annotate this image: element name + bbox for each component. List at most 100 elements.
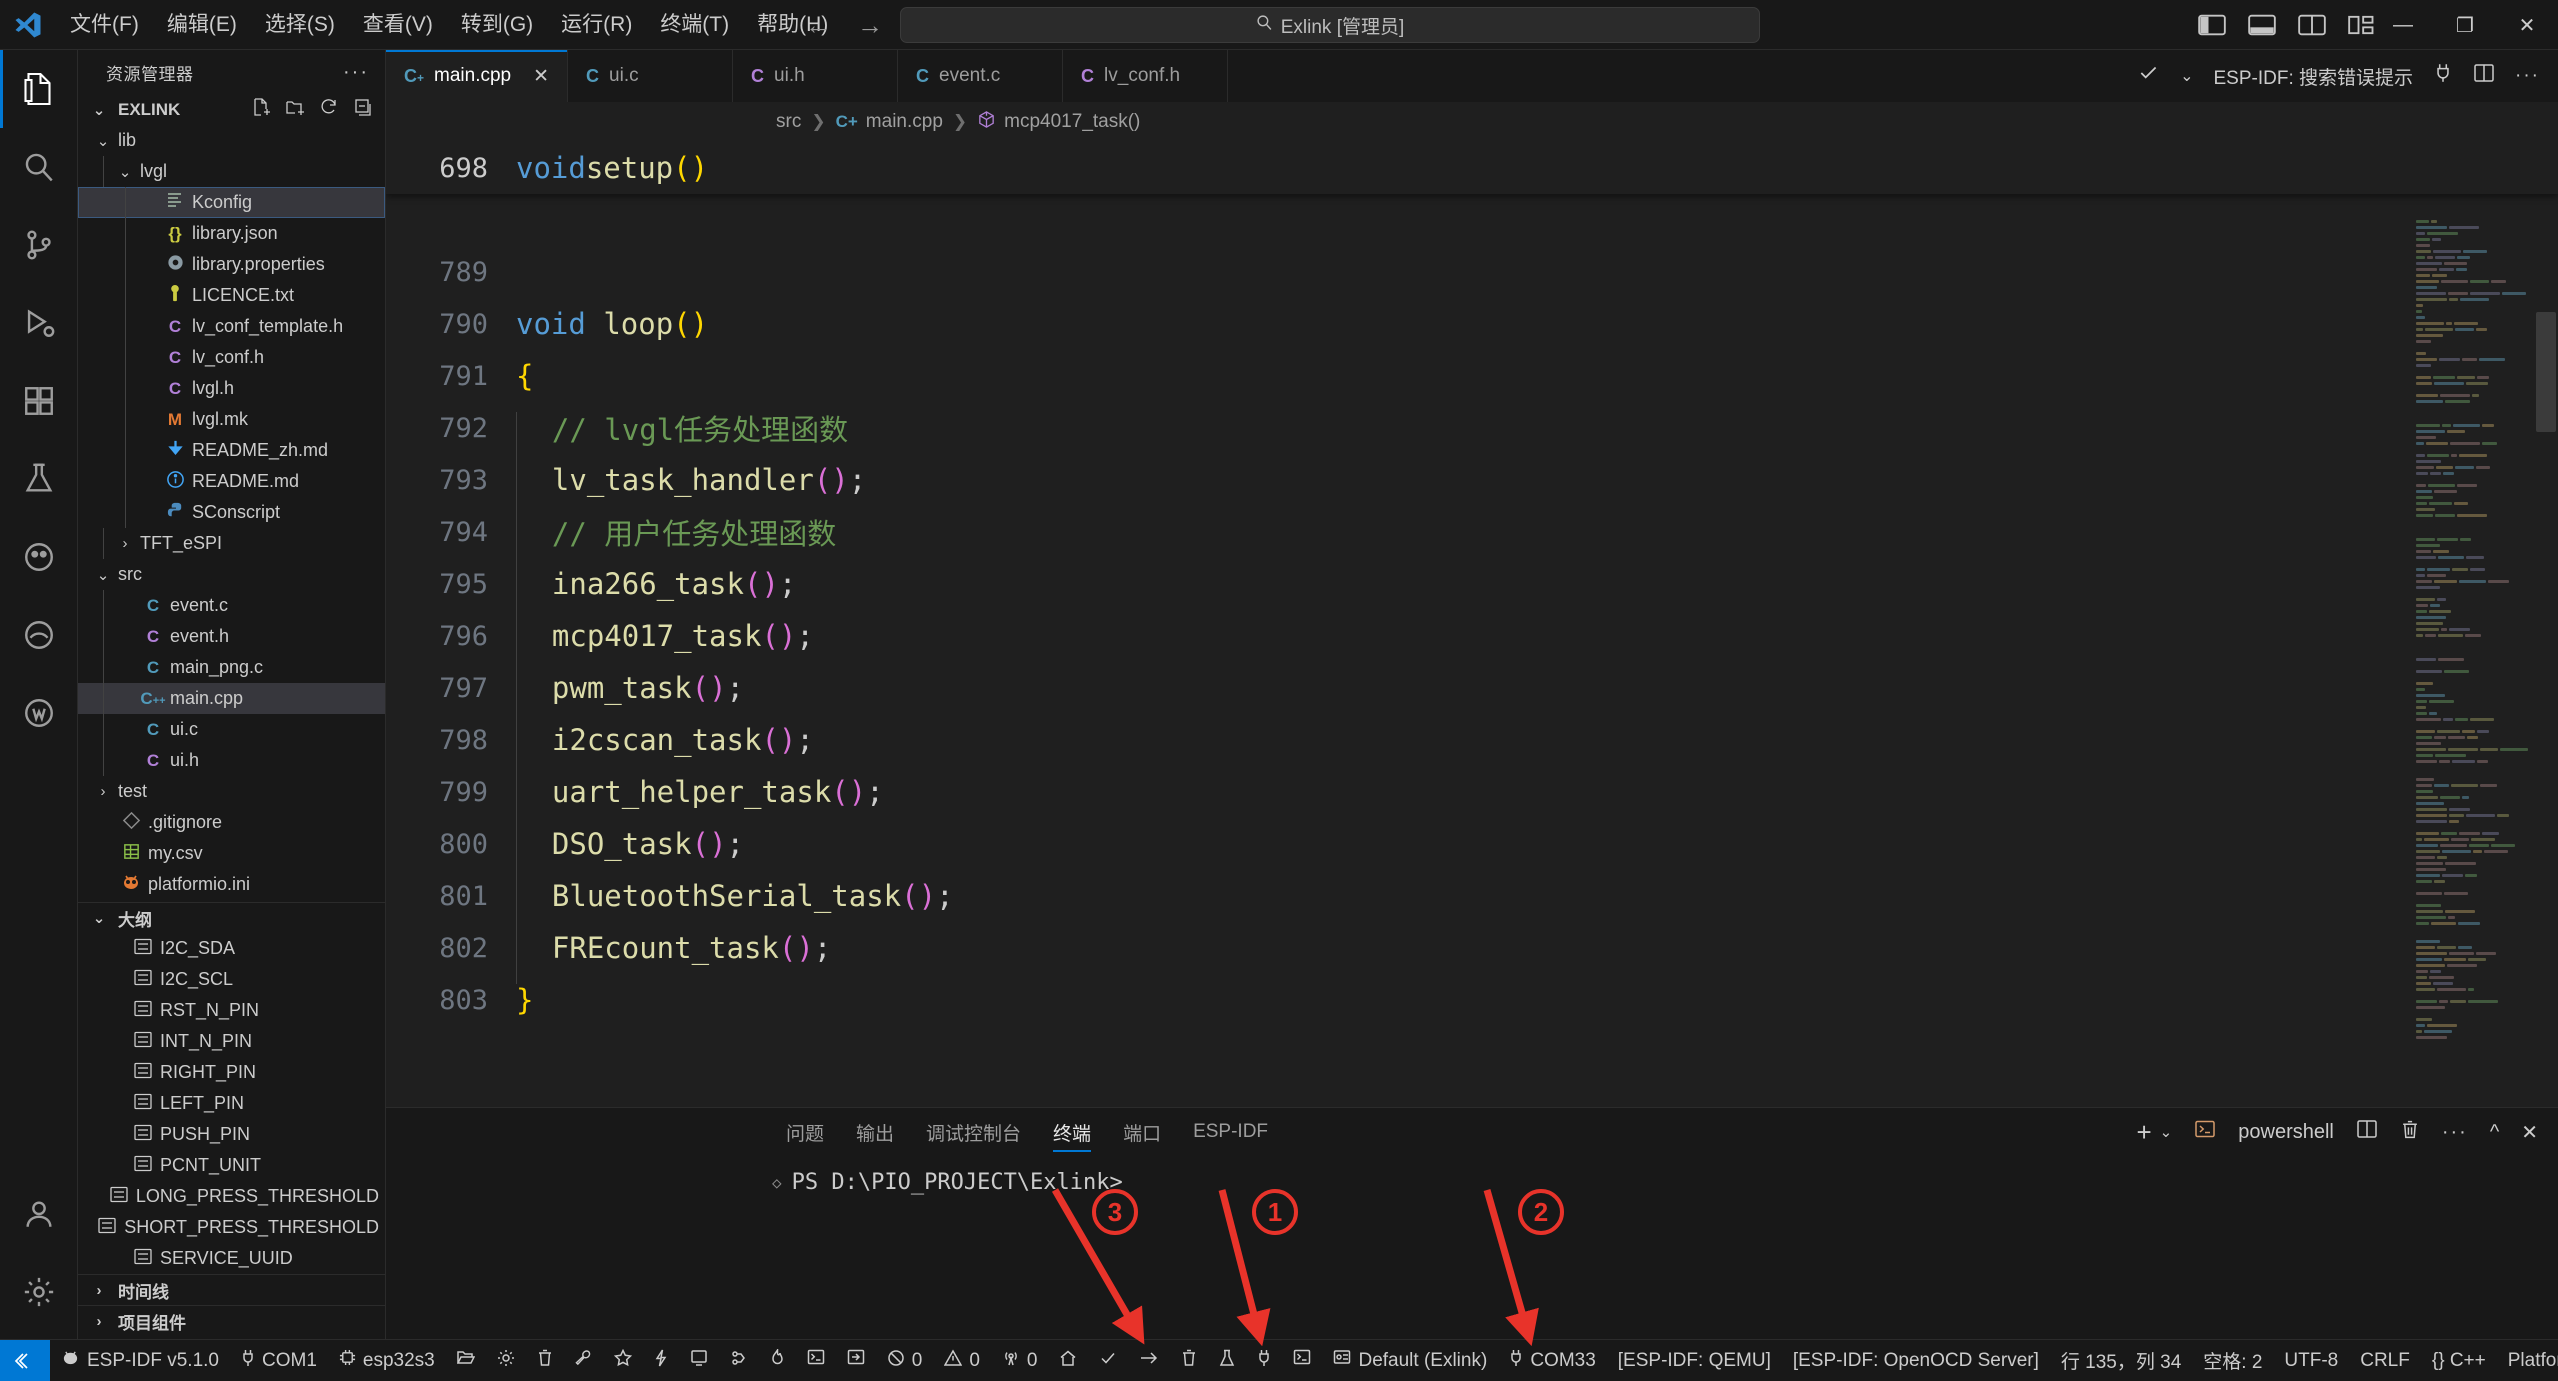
new-file-icon[interactable]	[251, 97, 271, 122]
menu-go[interactable]: 转到(G)	[447, 0, 547, 50]
code-line-802[interactable]: 802 FREcount_task();	[386, 922, 2558, 974]
tab-ui.h[interactable]: Cui.h	[733, 50, 898, 102]
panel-tab-输出[interactable]: 输出	[856, 1108, 894, 1156]
status-item-arrow-box-icon[interactable]	[836, 1340, 876, 1381]
tree-file-lvgl.mk[interactable]: Mlvgl.mk	[78, 404, 385, 435]
outline-item-SERVICE_UUID[interactable]: SERVICE_UUID	[78, 1243, 385, 1274]
code-line-800[interactable]: 800 DSO_task();	[386, 818, 2558, 870]
tree-folder-lib[interactable]: ⌄lib	[78, 125, 385, 156]
outline-item-LONG_PRESS_THRESHOLD[interactable]: LONG_PRESS_THRESHOLD	[78, 1181, 385, 1212]
tree-file-ui.c[interactable]: Cui.c	[78, 714, 385, 745]
tab-event.c[interactable]: Cevent.c	[898, 50, 1063, 102]
sidebar-item-source-control[interactable]	[0, 206, 78, 284]
sidebar-more-actions-icon[interactable]: ···	[343, 61, 369, 84]
panel-more-actions-icon[interactable]: ···	[2442, 1121, 2468, 1144]
new-terminal-button[interactable]: +	[2136, 1117, 2151, 1148]
code-line-789[interactable]: 789	[386, 246, 2558, 298]
outline-section-header[interactable]: ⌄ 大纲	[78, 902, 385, 933]
outline-item-SHORT_PRESS_THRESHOLD[interactable]: SHORT_PRESS_THRESHOLD	[78, 1212, 385, 1243]
status-item-0[interactable]: 0	[991, 1340, 1049, 1381]
tree-file-ui.h[interactable]: Cui.h	[78, 745, 385, 776]
panel-tab-终端[interactable]: 终端	[1053, 1108, 1091, 1156]
status-item-trash-icon[interactable]	[526, 1340, 564, 1381]
timeline-section-header[interactable]: › 时间线	[78, 1274, 385, 1305]
accounts-button[interactable]	[0, 1175, 78, 1253]
esp-idf-error-hint-label[interactable]: ESP-IDF: 搜索错误提示	[2214, 63, 2414, 90]
sidebar-item-extensions[interactable]	[0, 362, 78, 440]
status-item-arrow-right-icon[interactable]	[1128, 1340, 1170, 1381]
tree-file-main.cpp[interactable]: C++main.cpp	[78, 683, 385, 714]
code-lines[interactable]: 788}789790void loop()791{792 // lvgl任务处理…	[386, 142, 2558, 1107]
outline-item-I2C_SCL[interactable]: I2C_SCL	[78, 964, 385, 995]
minimap[interactable]	[2412, 142, 2532, 1107]
status-item--c-[interactable]: {} C++	[2421, 1340, 2497, 1381]
status-item-utf-8[interactable]: UTF-8	[2273, 1340, 2349, 1381]
command-center-search[interactable]: Exlink [管理员]	[900, 7, 1760, 43]
menu-file[interactable]: 文件(F)	[56, 0, 153, 50]
outline-item-INT_N_PIN[interactable]: INT_N_PIN	[78, 1026, 385, 1057]
status-item-terminal-icon[interactable]	[796, 1340, 836, 1381]
tab-lv_conf.h[interactable]: Clv_conf.h	[1063, 50, 1228, 102]
status-item-zap-icon[interactable]	[643, 1340, 679, 1381]
manage-settings-gear-icon[interactable]	[0, 1253, 78, 1331]
tab-close-icon[interactable]: ✕	[533, 65, 549, 88]
tree-file-library.json[interactable]: {}library.json	[78, 218, 385, 249]
scrollbar-thumb[interactable]	[2536, 312, 2556, 432]
tree-file-lvgl.h[interactable]: Clvgl.h	[78, 373, 385, 404]
tree-file-library.properties[interactable]: library.properties	[78, 249, 385, 280]
status-item-monitor-icon[interactable]	[679, 1340, 719, 1381]
tree-file-my.csv[interactable]: my.csv	[78, 838, 385, 869]
tree-file-main_png.c[interactable]: Cmain_png.c	[78, 652, 385, 683]
outline-item-LEFT_PIN[interactable]: LEFT_PIN	[78, 1088, 385, 1119]
status-item-default-exlink-[interactable]: Default (Exlink)	[1322, 1340, 1498, 1381]
code-line-794[interactable]: 794 // 用户任务处理函数	[386, 506, 2558, 558]
toggle-panel-icon[interactable]	[2248, 14, 2276, 36]
new-terminal-dropdown-icon[interactable]: ⌄	[2160, 1123, 2173, 1141]
code-line-791[interactable]: 791{	[386, 350, 2558, 402]
forward-arrow-icon[interactable]: →	[857, 10, 883, 41]
tab-ui.c[interactable]: Cui.c	[568, 50, 733, 102]
status-item-folder-open-icon[interactable]	[446, 1340, 486, 1381]
status-item--esp-idf-openocd-server-[interactable]: [ESP-IDF: OpenOCD Server]	[1782, 1340, 2050, 1381]
outline-item-RIGHT_PIN[interactable]: RIGHT_PIN	[78, 1057, 385, 1088]
menu-run[interactable]: 运行(R)	[547, 0, 646, 50]
check-icon[interactable]	[2138, 62, 2160, 90]
status-item--135-34[interactable]: 行 135，列 34	[2050, 1340, 2192, 1381]
status-item-esp-idf-v5-1-0[interactable]: ESP-IDF v5.1.0	[50, 1340, 230, 1381]
status-item-check-icon[interactable]	[1088, 1340, 1128, 1381]
panel-tab-端口[interactable]: 端口	[1123, 1108, 1161, 1156]
code-line-798[interactable]: 798 i2cscan_task();	[386, 714, 2558, 766]
status-item--esp-idf-qemu-[interactable]: [ESP-IDF: QEMU]	[1607, 1340, 1782, 1381]
code-line-793[interactable]: 793 lv_task_handler();	[386, 454, 2558, 506]
menu-terminal[interactable]: 终端(T)	[646, 0, 743, 50]
status-item-0[interactable]: 0	[933, 1340, 991, 1381]
code-editor[interactable]: 788}789790void loop()791{792 // lvgl任务处理…	[386, 142, 2558, 1107]
tree-file-platformio.ini[interactable]: platformio.ini	[78, 869, 385, 900]
collapse-all-icon[interactable]	[353, 97, 373, 122]
editor-vertical-scrollbar[interactable]	[2532, 142, 2558, 1107]
menu-selection[interactable]: 选择(S)	[251, 0, 349, 50]
terminal-body[interactable]: ◇ PS D:\PIO_PROJECT\Exlink>	[386, 1156, 2558, 1339]
chevron-right-icon[interactable]: ›	[112, 535, 138, 552]
menu-view[interactable]: 查看(V)	[349, 0, 447, 50]
tree-folder-lvgl[interactable]: ⌄lvgl	[78, 156, 385, 187]
status-item-crlf[interactable]: CRLF	[2349, 1340, 2421, 1381]
panel-tab-调试控制台[interactable]: 调试控制台	[926, 1108, 1021, 1156]
chevron-down-icon[interactable]: ⌄	[90, 566, 116, 584]
tree-file-SConscript[interactable]: SConscript	[78, 497, 385, 528]
sidebar-item-testing[interactable]	[0, 440, 78, 518]
outline-list[interactable]: I2C_SDAI2C_SCLRST_N_PININT_N_PINRIGHT_PI…	[78, 933, 385, 1274]
plug-icon[interactable]	[2433, 62, 2453, 90]
tree-file-event.h[interactable]: Cevent.h	[78, 621, 385, 652]
tree-file-event.c[interactable]: Cevent.c	[78, 590, 385, 621]
code-line-790[interactable]: 790void loop()	[386, 298, 2558, 350]
outline-item-RST_N_PIN[interactable]: RST_N_PIN	[78, 995, 385, 1026]
project-section-header[interactable]: ⌄ EXLINK	[78, 94, 385, 125]
tree-file-lv_conf.h[interactable]: Clv_conf.h	[78, 342, 385, 373]
menu-edit[interactable]: 编辑(E)	[153, 0, 251, 50]
status-item--2[interactable]: 空格: 2	[2192, 1340, 2273, 1381]
status-item-terminal-icon[interactable]	[1282, 1340, 1322, 1381]
sidebar-item-platformio[interactable]	[0, 518, 78, 596]
panel-tab-问题[interactable]: 问题	[786, 1108, 824, 1156]
tree-file-Kconfig[interactable]: Kconfig	[78, 187, 385, 218]
